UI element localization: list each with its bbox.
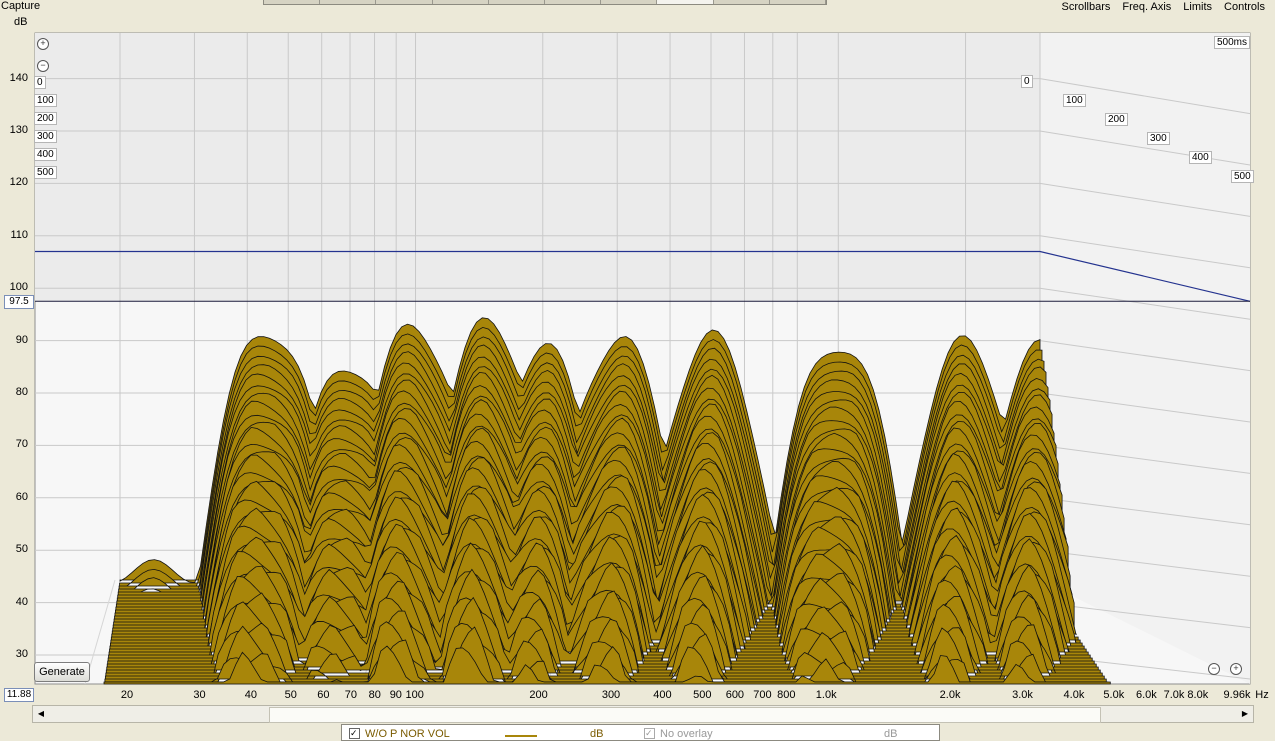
x-tick-label: 30: [193, 689, 206, 701]
x-tick-label: 6.0k: [1136, 689, 1157, 701]
x-tick-label: 80: [368, 689, 381, 701]
scroll-left-icon[interactable]: ◀: [35, 708, 47, 720]
x-tick-label: 20: [120, 689, 134, 701]
time-tick-label: 100: [1063, 94, 1086, 107]
x-tick-label: 2.0k: [939, 689, 961, 701]
x-tick-label: 500: [693, 689, 712, 701]
zoom-out-icon[interactable]: −: [1208, 663, 1220, 675]
left-time-tick-label: 200: [34, 112, 57, 125]
zoom-out-icon[interactable]: −: [37, 60, 49, 72]
x-tick-label: 200: [529, 689, 548, 701]
y-tick-label: 110: [10, 228, 28, 241]
x-tick-label: 800: [777, 689, 796, 701]
waterfall-plot[interactable]: [0, 0, 1275, 739]
x-tick-label: 60: [317, 689, 330, 701]
generate-button[interactable]: Generate: [34, 662, 90, 682]
x-tick-label: 7.0k: [1163, 689, 1185, 701]
side-wall: [1040, 33, 1250, 684]
y-tick-label: 50: [15, 543, 28, 556]
horizontal-scrollbar[interactable]: ◀ ▶: [32, 705, 1254, 723]
x-tick-label: 40: [244, 689, 257, 701]
y-tick-label: 70: [15, 438, 28, 451]
time-tick-label: 300: [1147, 132, 1170, 145]
x-tick-label: 4.0k: [1063, 689, 1085, 701]
overlay-checkbox[interactable]: ✓: [644, 728, 655, 739]
y-tick-label: 80: [15, 386, 28, 398]
x-tick-label: 8.0k: [1187, 689, 1209, 701]
x-tick-label: 700: [753, 689, 772, 701]
x-tick-label: 400: [653, 689, 672, 701]
marker-value-box[interactable]: 97.5: [4, 295, 34, 309]
y-tick-label: 90: [15, 333, 28, 346]
time-tick-label: 0: [1021, 75, 1033, 88]
y-tick-label: 130: [9, 124, 28, 136]
time-axis-label: 500ms: [1214, 36, 1251, 49]
x-tick-label: 90: [389, 689, 402, 701]
time-tick-label: 400: [1189, 151, 1212, 164]
y-tick-label: 60: [15, 490, 28, 503]
left-time-tick-label: 300: [34, 130, 57, 143]
x-tick-label: 50: [284, 689, 297, 701]
x-tick-label: 70: [344, 689, 358, 701]
y-tick-label: 140: [9, 71, 28, 84]
x-tick-label: 1.0k: [815, 689, 837, 701]
scroll-right-icon[interactable]: ▶: [1239, 708, 1251, 720]
time-tick-label: 500: [1231, 170, 1254, 183]
x-tick-label: 5.0k: [1103, 689, 1125, 701]
series-unit: dB: [590, 728, 604, 740]
series-checkbox[interactable]: ✓: [349, 728, 360, 739]
x-tick-label: 3.0k: [1012, 689, 1033, 701]
y-tick-label: 30: [15, 648, 28, 660]
series-line-swatch: [505, 735, 537, 737]
x-tick-label: 600: [725, 689, 745, 701]
left-time-tick-label: 100: [34, 94, 57, 107]
x-axis-unit: Hz: [1255, 689, 1269, 701]
y-tick-label: 100: [9, 281, 28, 294]
zoom-in-icon[interactable]: +: [1230, 663, 1242, 675]
y-min-value-box[interactable]: 11.88: [4, 688, 34, 702]
back-wall-upper: [35, 33, 1040, 301]
y-tick-label: 40: [15, 595, 28, 608]
x-tick-label: 9.96k: [1223, 689, 1251, 701]
time-tick-label: 200: [1105, 113, 1128, 126]
overlay-unit: dB: [884, 728, 898, 740]
series-name: W/O P NOR VOL: [365, 728, 450, 740]
overlay-label: No overlay: [660, 728, 713, 740]
legend-bar: ✓ W/O P NOR VOL dB ✓ No overlay dB: [341, 724, 940, 741]
zoom-in-icon[interactable]: +: [37, 38, 49, 50]
scrollbar-thumb[interactable]: [269, 707, 1101, 723]
left-time-tick-label: 500: [34, 166, 57, 179]
x-tick-label: 300: [601, 689, 621, 701]
x-tick-label: 100: [405, 689, 424, 701]
left-time-tick-label: 0: [34, 76, 46, 89]
left-time-tick-label: 400: [34, 148, 57, 161]
y-tick-label: 120: [9, 176, 28, 189]
